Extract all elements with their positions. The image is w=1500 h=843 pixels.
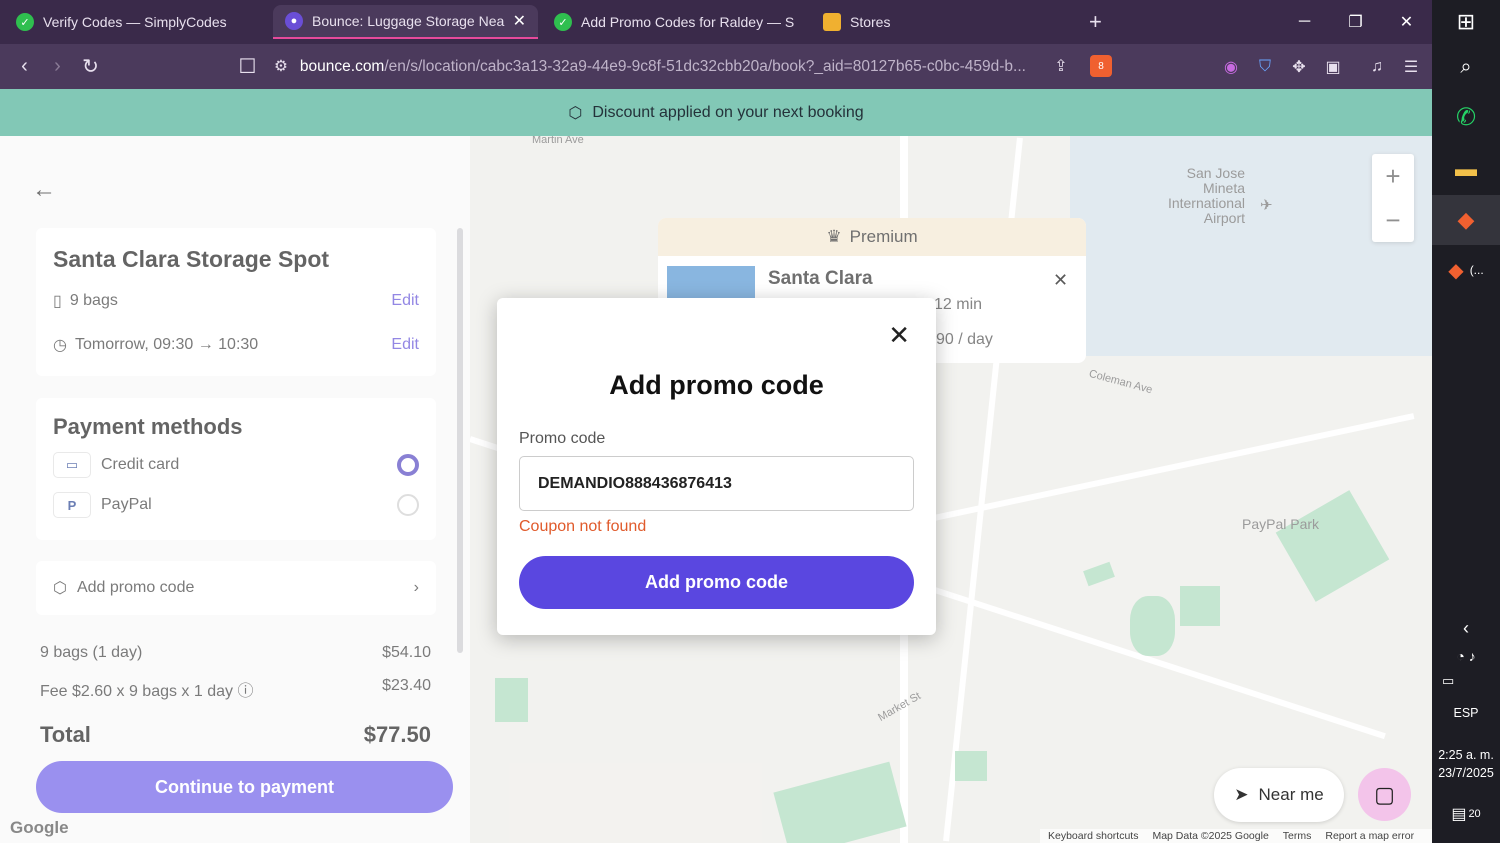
tab-title: Add Promo Codes for Raldey — Simp <box>581 14 795 30</box>
discount-banner: ⬡ Discount applied on your next booking <box>0 89 1432 136</box>
map-data-text: Map Data ©2025 Google <box>1152 830 1269 842</box>
network-sound-icons[interactable]: ◔ ♪ <box>1432 645 1500 667</box>
tab-bar: ✓ Verify Codes — SimplyCodes ● Bounce: L… <box>0 0 1432 44</box>
browser-toolbar: ‹ › ↻ ☐ ⚙ bounce.com /en/s/location/cabc… <box>0 44 1432 89</box>
near-me-button[interactable]: ➤ Near me <box>1214 768 1344 822</box>
keyboard-shortcuts-link[interactable]: Keyboard shortcuts <box>1048 830 1138 842</box>
reload-icon[interactable]: ↻ <box>74 54 107 79</box>
window-controls: ─ ❐ ✕ <box>1279 0 1432 44</box>
restore-icon[interactable]: ❐ <box>1330 0 1381 44</box>
brave-window-label: (... <box>1469 263 1484 277</box>
google-logo: Google <box>10 818 69 837</box>
battery-icon[interactable]: ▭ <box>1432 672 1500 690</box>
chat-button[interactable]: ▢ <box>1358 768 1411 821</box>
notification-count: 20 <box>1468 808 1481 820</box>
language-indicator[interactable]: ESP <box>1432 706 1500 720</box>
stores-icon <box>823 13 841 31</box>
report-error-link[interactable]: Report a map error <box>1325 830 1414 842</box>
chevron-left-icon[interactable]: ‹ <box>1432 615 1500 641</box>
tab-title: Verify Codes — SimplyCodes <box>43 14 227 30</box>
share-icon[interactable]: ⇪ <box>1050 55 1072 77</box>
tag-icon: ⬡ <box>568 104 583 122</box>
tab-add-promo[interactable]: ✓ Add Promo Codes for Raldey — Simp <box>542 5 807 39</box>
simplycodes-icon: ✓ <box>16 13 34 31</box>
vpn-shield-icon[interactable]: ⛉ <box>1254 56 1276 78</box>
tab-stores[interactable]: Stores <box>811 5 1073 39</box>
clock-date[interactable]: 23/7/2025 <box>1432 766 1500 780</box>
extension-purple-icon[interactable]: ◉ <box>1220 56 1242 78</box>
url-path: /en/s/location/cabc3a13-32a9-44e9-9c8f-5… <box>384 57 1026 75</box>
modal-title: Add promo code <box>609 370 824 400</box>
tab-bounce[interactable]: ● Bounce: Luggage Storage Near M ✕ <box>273 5 538 39</box>
bookmark-icon[interactable]: ☐ <box>231 54 264 79</box>
file-explorer-icon[interactable]: ▬ <box>1432 153 1500 185</box>
brave-taskbar-icon[interactable]: ◆ <box>1432 195 1500 245</box>
browser-window: ✓ Verify Codes — SimplyCodes ● Bounce: L… <box>0 0 1432 843</box>
extensions-puzzle-icon[interactable]: ✥ <box>1288 56 1310 78</box>
brave-shields-icon[interactable]: 8 <box>1090 55 1112 77</box>
promo-code-input[interactable]: DEMANDIO888436876413 <box>519 456 914 511</box>
windows-taskbar: ⊞ ⌕ ✆ ▬ ◆ ◆ (... ‹ ◔ ♪ ▭ ESP 2:25 a. m. 2… <box>1432 0 1500 843</box>
brave-window-icon[interactable]: ◆ (... <box>1432 252 1500 288</box>
search-icon[interactable]: ⌕ <box>1432 52 1500 82</box>
promo-code-modal: ✕ Add promo code Promo code DEMANDIO8884… <box>497 298 936 635</box>
address-bar[interactable]: ⚙ bounce.com /en/s/location/cabc3a13-32a… <box>274 50 1080 83</box>
url-domain: bounce.com <box>299 57 385 75</box>
terms-link[interactable]: Terms <box>1283 830 1312 842</box>
add-promo-code-button[interactable]: Add promo code <box>519 556 914 609</box>
map-attribution: Keyboard shortcuts Map Data ©2025 Google… <box>1040 829 1432 843</box>
close-tab-icon[interactable]: ✕ <box>513 11 526 31</box>
promo-code-label: Promo code <box>519 430 606 447</box>
site-settings-icon[interactable]: ⚙ <box>274 57 288 76</box>
close-modal-icon[interactable]: ✕ <box>888 320 910 351</box>
near-me-label: Near me <box>1258 785 1324 804</box>
menu-icon[interactable]: ☰ <box>1400 56 1422 78</box>
banner-text: Discount applied on your next booking <box>592 103 864 121</box>
notifications-icon[interactable]: ▤ 20 <box>1432 800 1500 828</box>
whatsapp-icon[interactable]: ✆ <box>1432 100 1500 134</box>
extension-icons: ◉ ⛉ ✥ ▣ ♫ ☰ <box>1220 44 1422 89</box>
tab-title: Stores <box>850 14 891 30</box>
simplycodes-icon: ✓ <box>554 13 572 31</box>
clock-time[interactable]: 2:25 a. m. <box>1432 748 1500 762</box>
wallet-icon[interactable]: ▣ <box>1322 56 1344 78</box>
chat-icon: ▢ <box>1374 781 1395 807</box>
windows-start-icon[interactable]: ⊞ <box>1432 8 1500 36</box>
new-tab-button[interactable]: + <box>1089 9 1102 35</box>
bounce-icon: ● <box>285 12 303 30</box>
tab-verify-codes[interactable]: ✓ Verify Codes — SimplyCodes <box>4 5 269 39</box>
forward-icon[interactable]: › <box>41 55 74 78</box>
back-icon[interactable]: ‹ <box>8 55 41 78</box>
coupon-error-message: Coupon not found <box>519 518 647 535</box>
media-icon[interactable]: ♫ <box>1366 56 1388 78</box>
navigation-arrow-icon: ➤ <box>1234 785 1249 804</box>
minimize-icon[interactable]: ─ <box>1279 0 1330 44</box>
shields-count: 8 <box>1098 60 1104 72</box>
tab-title: Bounce: Luggage Storage Near M <box>312 13 505 29</box>
close-window-icon[interactable]: ✕ <box>1381 0 1432 44</box>
